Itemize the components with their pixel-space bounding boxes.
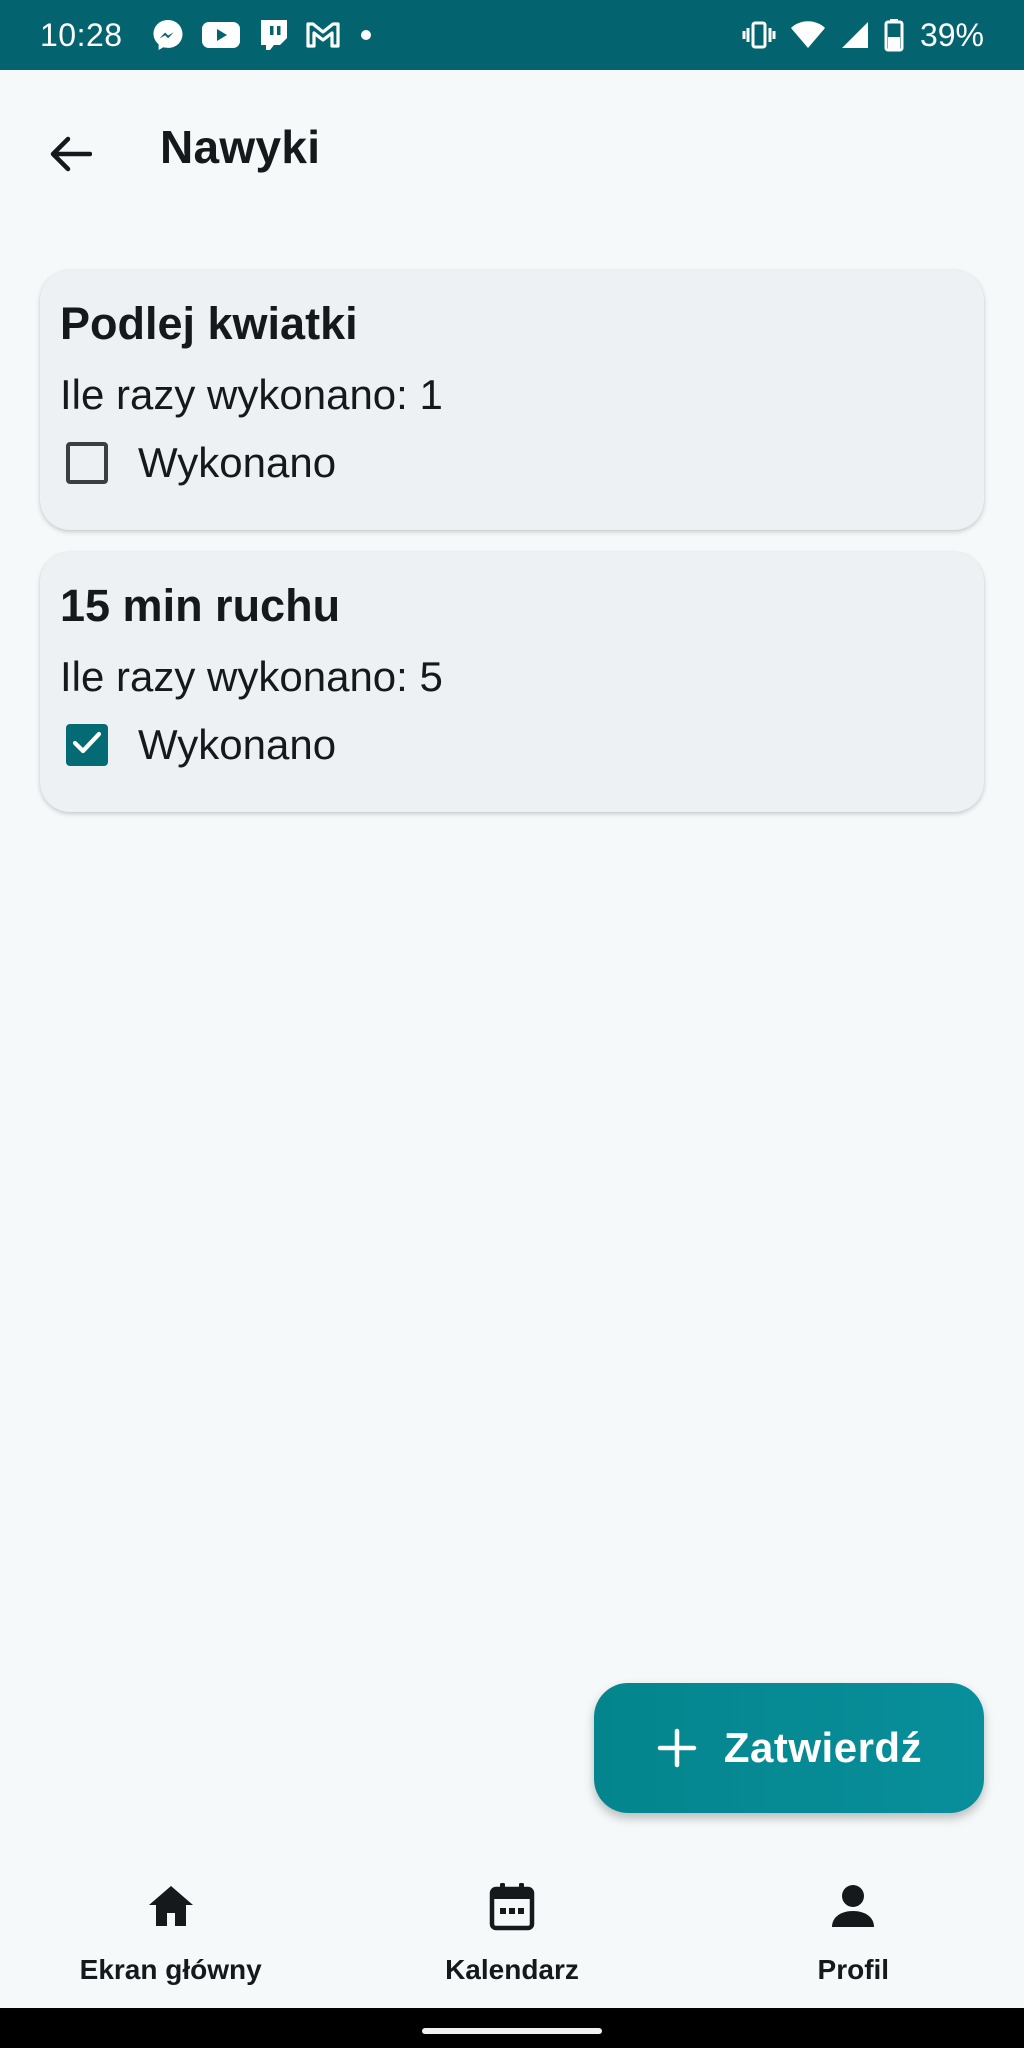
done-label: Wykonano — [138, 439, 337, 486]
habit-count: Ile razy wykonano: 5 — [60, 653, 443, 700]
done-checkbox-row[interactable]: Wykonano — [60, 438, 964, 488]
back-button[interactable] — [38, 124, 102, 188]
home-icon — [146, 1878, 196, 1934]
notification-icons — [151, 18, 375, 52]
battery-icon — [884, 18, 904, 52]
done-checkbox[interactable] — [66, 724, 108, 766]
gmail-icon — [305, 20, 341, 50]
nav-label: Profil — [817, 1954, 890, 1985]
habit-title: Podlej kwiatki — [60, 298, 358, 349]
app-bar: Nawyki — [0, 70, 1024, 226]
status-time: 10:28 — [40, 16, 123, 53]
dot-icon — [357, 26, 375, 44]
calendar-icon — [489, 1878, 535, 1934]
twitch-icon — [257, 18, 289, 52]
nav-item-calendar[interactable]: Kalendarz — [341, 1860, 682, 2008]
checkmark-icon — [71, 729, 103, 762]
nav-label: Kalendarz — [445, 1954, 579, 1985]
arrow-back-icon — [48, 134, 93, 179]
person-icon — [830, 1878, 876, 1934]
battery-percentage: 39% — [919, 16, 984, 53]
habit-card: Podlej kwiatki Ile razy wykonano: 1 Wyko… — [40, 270, 984, 530]
wifi-icon — [790, 20, 826, 50]
system-status-icons: 39% — [742, 17, 984, 54]
signal-icon — [840, 20, 870, 50]
done-label: Wykonano — [138, 721, 337, 768]
status-bar: 10:28 39% — [0, 0, 1024, 70]
habit-title: 15 min ruchu — [60, 580, 341, 631]
youtube-icon — [201, 20, 241, 50]
nav-label: Ekran główny — [79, 1954, 262, 1985]
habit-list: Podlej kwiatki Ile razy wykonano: 1 Wyko… — [40, 270, 984, 834]
vibrate-icon — [742, 20, 776, 50]
page-title: Nawyki — [160, 121, 321, 173]
messenger-icon — [151, 18, 185, 52]
system-navigation-bar — [0, 2008, 1024, 2048]
gesture-handle[interactable] — [422, 2028, 602, 2034]
plus-icon — [656, 1727, 698, 1769]
bottom-navigation: Ekran główny Kalendarz Profil — [0, 1860, 1024, 2008]
nav-item-home[interactable]: Ekran główny — [0, 1860, 341, 2008]
done-checkbox[interactable] — [66, 442, 108, 484]
habit-card: 15 min ruchu Ile razy wykonano: 5 Wykona… — [40, 552, 984, 812]
done-checkbox-row[interactable]: Wykonano — [60, 720, 964, 770]
confirm-fab-button[interactable]: Zatwierdź — [594, 1683, 984, 1813]
fab-label: Zatwierdź — [723, 1724, 923, 1771]
habit-count: Ile razy wykonano: 1 — [60, 371, 443, 418]
nav-item-profile[interactable]: Profil — [683, 1860, 1024, 2008]
